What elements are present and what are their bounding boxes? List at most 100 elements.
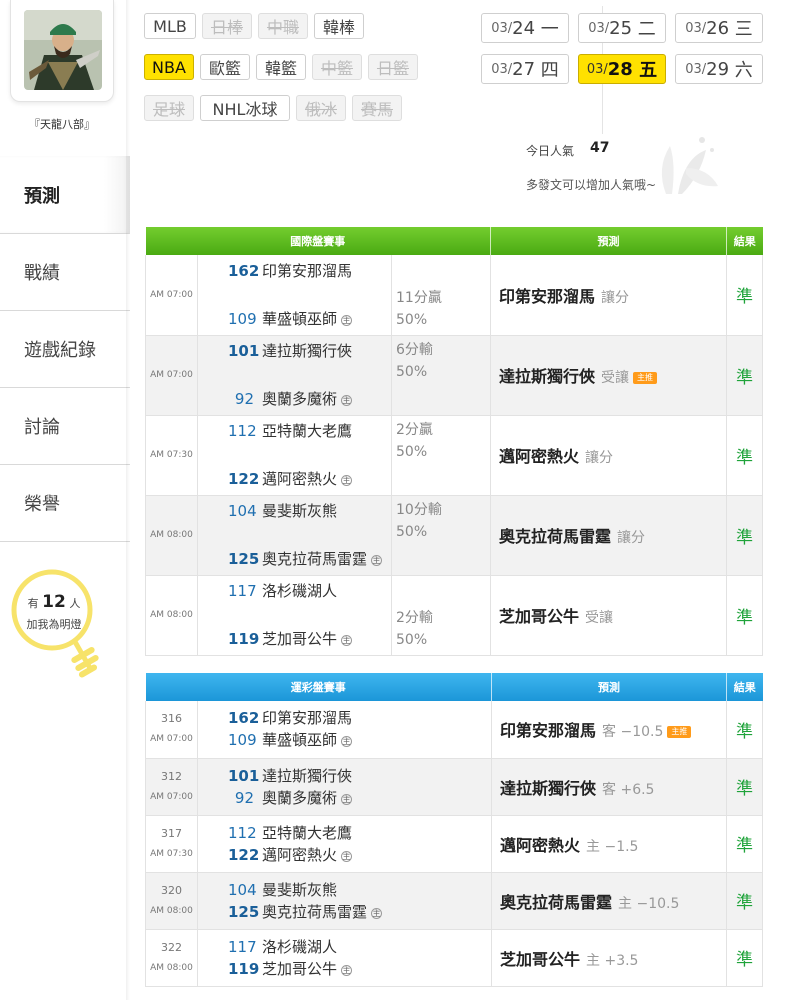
sidebar-item-honor[interactable]: 榮譽 — [0, 464, 130, 541]
prediction-line: 主 −1.5 — [586, 838, 639, 855]
date-chip-0324[interactable]: 03/24 一 — [481, 13, 569, 43]
league-chip-kbl[interactable]: 韓籃 — [256, 54, 306, 80]
game-info: 317 AM 07:30 — [145, 815, 198, 873]
team-name[interactable]: 洛杉磯湖人 — [262, 580, 337, 602]
home-marker-icon: 主 — [371, 555, 383, 566]
prediction-team[interactable]: 印第安那溜馬 — [499, 287, 595, 306]
date-chip-0327[interactable]: 03/27 四 — [481, 54, 569, 84]
prediction-team[interactable]: 達拉斯獨行俠 — [499, 367, 595, 386]
game-time: AM 07:30 — [150, 848, 193, 859]
lottery-odds-table: 運彩盤賽事 預測 結果 316 AM 07:00 162 印第安那溜馬 109 華盛頓巫師… — [145, 673, 763, 987]
team-name[interactable]: 印第安那溜馬 — [262, 260, 352, 282]
table-row: 320 AM 08:00 104 曼斐斯灰熊 125 奧克拉荷馬雷霆主奧克拉荷馬雷霆主 −… — [145, 872, 763, 930]
league-chip-soccer[interactable]: 足球 — [144, 95, 194, 121]
team-name[interactable]: 亞特蘭大老鷹 — [262, 822, 352, 844]
league-chip-npb[interactable]: 日棒 — [202, 13, 252, 39]
team-name[interactable]: 奧蘭多魔術 — [262, 787, 337, 809]
league-chip-nhl[interactable]: NHL冰球 — [200, 95, 290, 121]
team-name[interactable]: 洛杉磯湖人 — [262, 936, 337, 958]
prediction: 芝加哥公牛主 +3.5 — [491, 929, 727, 987]
handicap-margin: 10分輸 — [396, 502, 442, 518]
chip-label: 日籃 — [376, 59, 409, 78]
league-chip-khl[interactable]: 俄冰 — [296, 95, 346, 121]
sidebar-item-predict[interactable]: 預測 — [0, 156, 130, 233]
sidebar-item-discussion[interactable]: 討論 — [0, 387, 130, 464]
game-time: AM 08:00 — [145, 575, 198, 656]
prediction-type: 受讓 — [585, 610, 614, 626]
date-month: 03/ — [491, 61, 513, 77]
team-score: 101 — [228, 766, 260, 785]
team-name[interactable]: 芝加哥公牛 — [262, 628, 337, 650]
sidebar-item-record[interactable]: 戰績 — [0, 233, 130, 310]
team-name[interactable]: 曼斐斯灰熊 — [262, 500, 337, 522]
chip-label: 韓棒 — [322, 18, 355, 37]
handicap-margin: 11分贏 — [396, 289, 442, 306]
league-chip-cpbl[interactable]: 中職 — [258, 13, 308, 39]
date-chip-0326[interactable]: 03/26 三 — [675, 13, 763, 43]
avatar-card[interactable] — [10, 0, 114, 102]
team-line: 101 達拉斯獨行俠 — [228, 765, 491, 787]
avatar[interactable] — [24, 10, 102, 90]
prediction: 達拉斯獨行俠客 +6.5 — [491, 758, 727, 816]
team-score: 117 — [228, 937, 257, 956]
prediction-team[interactable]: 邁阿密熱火 — [499, 447, 579, 466]
prediction-team[interactable]: 達拉斯獨行俠 — [500, 779, 596, 798]
fans-caption[interactable]: 加我為明燈 — [8, 616, 100, 632]
prediction-team[interactable]: 奧克拉荷馬雷霆 — [500, 893, 612, 912]
team-name[interactable]: 奧蘭多魔術 — [262, 388, 337, 410]
matchup: 112 亞特蘭大老鷹 122 邁阿密熱火主 — [197, 415, 392, 496]
date-chip-0325[interactable]: 03/25 二 — [578, 13, 666, 43]
league-chip-euro-basketball[interactable]: 歐籃 — [200, 54, 250, 80]
prediction: 印第安那溜馬 讓分 — [490, 255, 727, 336]
chip-label: NBA — [152, 57, 186, 77]
date-chip-0329[interactable]: 03/29 六 — [675, 54, 763, 84]
handicap-rate: 50% — [396, 364, 428, 380]
team-score: 119 — [228, 630, 260, 648]
team-name[interactable]: 奧克拉荷馬雷霆 — [262, 548, 367, 570]
prediction-team[interactable]: 芝加哥公牛 — [499, 607, 579, 626]
date-month: 03/ — [586, 61, 608, 77]
team-name[interactable]: 亞特蘭大老鷹 — [262, 420, 352, 442]
team-name[interactable]: 達拉斯獨行俠 — [262, 765, 352, 787]
team-name[interactable]: 達拉斯獨行俠 — [262, 340, 352, 362]
prediction-team[interactable]: 印第安那溜馬 — [500, 721, 596, 740]
team-name[interactable]: 邁阿密熱火 — [262, 468, 337, 490]
intl-header-title: 國際盤賽事 — [145, 227, 491, 255]
result-status: 準 — [726, 575, 763, 656]
sidebar-item-game-log[interactable]: 遊戲紀錄 — [0, 310, 130, 387]
table-header: 運彩盤賽事 預測 結果 — [145, 673, 763, 701]
game-time: AM 07:00 — [145, 335, 198, 416]
team-name[interactable]: 邁阿密熱火 — [262, 844, 337, 866]
handicap-result: 2分贏 50% — [391, 415, 491, 496]
league-chip-bleague[interactable]: 日籃 — [368, 54, 418, 80]
team-name[interactable]: 奧克拉荷馬雷霆 — [262, 901, 367, 923]
result-status: 準 — [726, 701, 763, 759]
sidebar-item-label: 討論 — [24, 417, 60, 438]
team-name[interactable]: 曼斐斯灰熊 — [262, 879, 337, 901]
prediction-team[interactable]: 邁阿密熱火 — [500, 836, 580, 855]
prediction-team[interactable]: 芝加哥公牛 — [500, 950, 580, 969]
team-name[interactable]: 華盛頓巫師 — [262, 308, 337, 330]
team-name[interactable]: 華盛頓巫師 — [262, 729, 337, 751]
home-marker-icon: 主 — [341, 793, 353, 805]
league-chip-horse-racing[interactable]: 賽馬 — [352, 95, 402, 121]
sidebar-item-label: 戰績 — [24, 263, 60, 284]
team-score: 112 — [228, 823, 257, 842]
league-chip-cba[interactable]: 中籃 — [312, 54, 362, 80]
home-marker-icon: 主 — [341, 314, 353, 326]
handicap-rate: 50% — [396, 311, 428, 328]
username[interactable]: 『天龍八部』 — [0, 116, 124, 132]
fans-count[interactable]: 有 12 人 — [8, 592, 100, 612]
date-day: 26 — [706, 17, 730, 39]
team-name[interactable]: 芝加哥公牛 — [262, 958, 337, 980]
league-chip-nba[interactable]: NBA — [144, 54, 194, 80]
prediction-team[interactable]: 奧克拉荷馬雷霆 — [499, 527, 611, 546]
league-chip-kbo[interactable]: 韓棒 — [314, 13, 364, 39]
team-score: 112 — [228, 422, 257, 440]
team-name[interactable]: 印第安那溜馬 — [262, 707, 352, 729]
intl-odds-table: 國際盤賽事 預測 結果 AM 07:00 162 印第安那溜馬 109 華盛頓巫師主 11… — [145, 227, 763, 656]
team-score: 125 — [228, 902, 260, 921]
top-pick-badge: 主推 — [667, 725, 692, 738]
date-chip-0328[interactable]: 03/28 五 — [578, 54, 666, 84]
league-chip-mlb[interactable]: MLB — [144, 13, 196, 39]
